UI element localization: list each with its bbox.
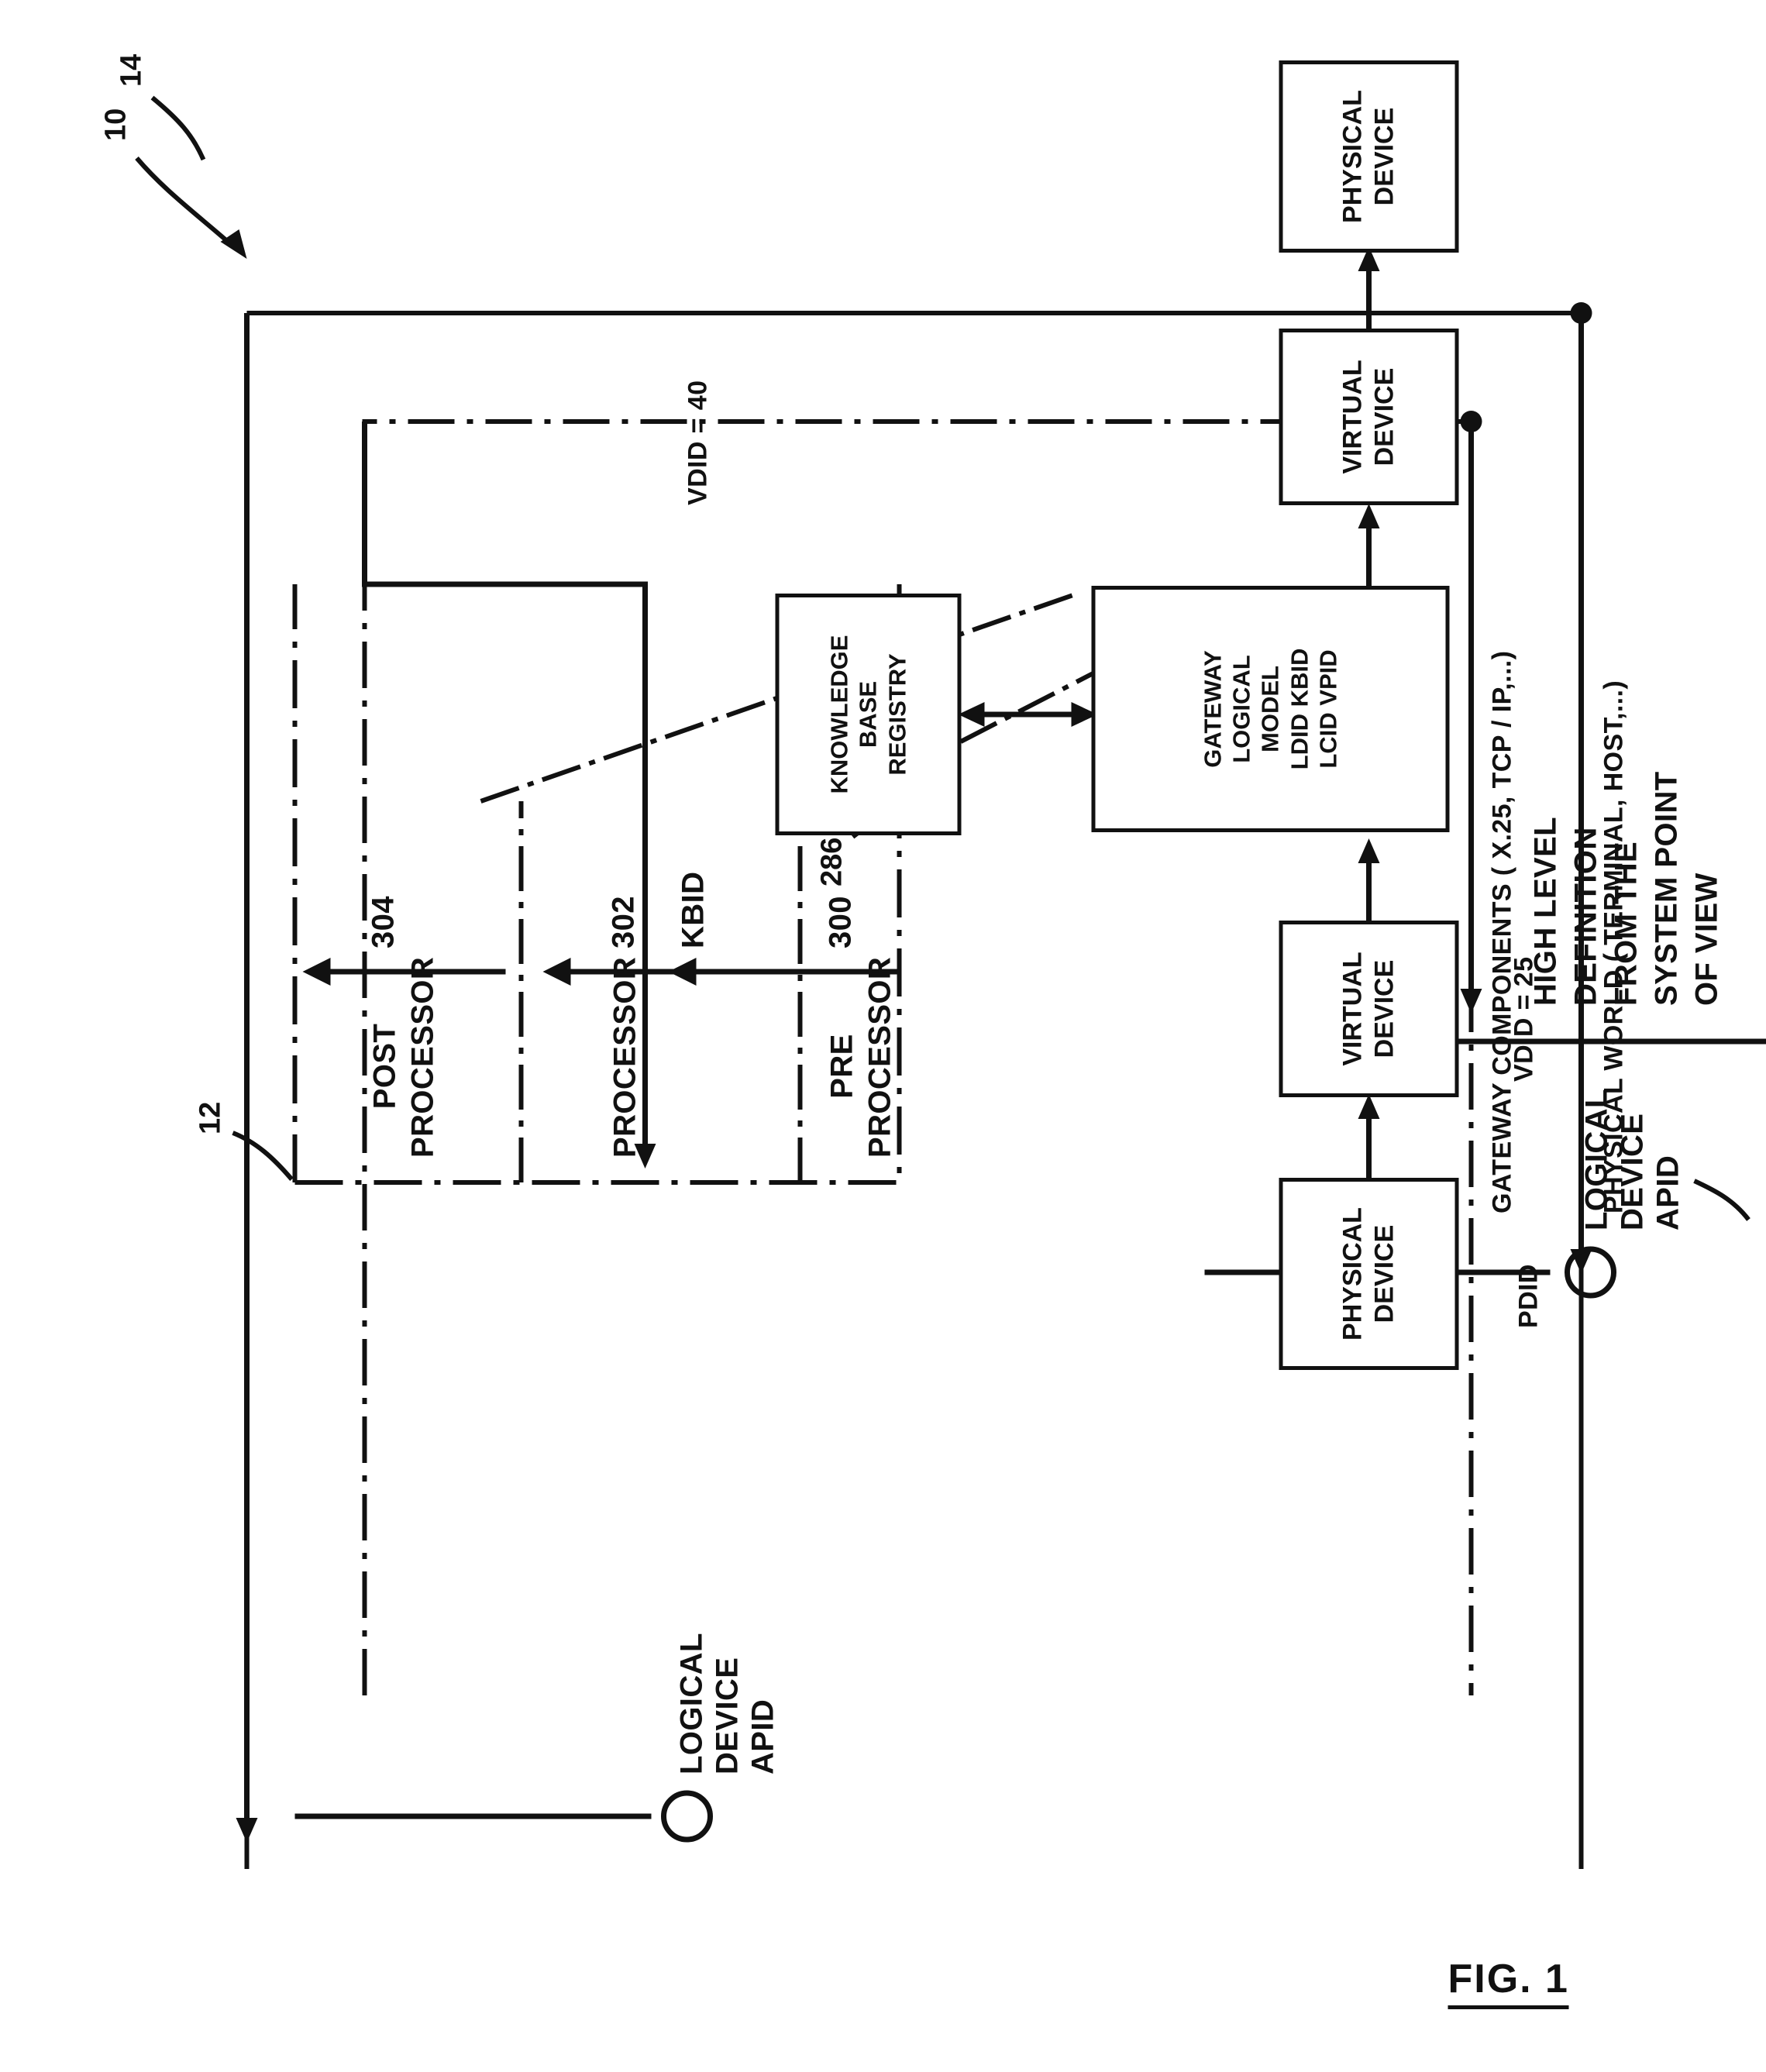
leader-10 (134, 157, 231, 246)
refnum-10: 10 (99, 108, 132, 141)
leader-10-head (220, 229, 246, 259)
pre-processor-number: 300 (823, 896, 857, 948)
logical-device-right-line3: APID (745, 1699, 780, 1774)
refnum-14-out: 14 (115, 53, 147, 87)
virtual-device-out-label: VIRTUAL DEVICE (1337, 360, 1399, 474)
knowledge-base-registry-box: KNOWLEDGE BASE REGISTRY (775, 594, 961, 835)
virtual-device-in-label: VIRTUAL DEVICE (1337, 952, 1399, 1066)
processor-kbid-label: KBID (676, 871, 710, 948)
processor-number: 302 (606, 896, 640, 948)
logical-device-marker-left (1564, 1246, 1616, 1299)
post-processor-label: POST PROCESSOR (367, 956, 439, 1158)
physical-device-in-box: PHYSICAL DEVICE (1279, 1178, 1458, 1370)
gateway-components-caption: GATEWAY COMPONENTS ( X.25, TCP / IP,...) (1487, 650, 1516, 1213)
feed-arrow-vdid25-head (1460, 989, 1482, 1014)
refnum-14-in: 14 (1761, 1225, 1766, 1258)
gateway-components-terminal-dot (1460, 411, 1482, 432)
pdid-label: PDID (1513, 1264, 1543, 1328)
figure-label: FIG. 1 (1448, 1956, 1569, 2009)
logical-device-left-line3: APID (1651, 1155, 1685, 1230)
physical-device-in-label: PHYSICAL DEVICE (1337, 1207, 1399, 1341)
physical-device-out-box: PHYSICAL DEVICE (1279, 60, 1458, 253)
arrow-head-3 (1358, 504, 1379, 528)
physical-device-out-label: PHYSICAL DEVICE (1337, 90, 1399, 223)
stage-arrow-post-head (302, 958, 330, 986)
vdid-out-label: VDID = 40 (683, 380, 712, 505)
arrow-head-kbr-up (958, 702, 984, 727)
leader-14-bottom (1692, 1179, 1751, 1221)
arrow-head-2 (1358, 838, 1379, 863)
gateway-logical-model-box: GATEWAY LOGICAL MODEL LDID KBID LCID VPI… (1091, 586, 1449, 832)
stage-arrow-proc-head (542, 958, 570, 986)
arrow-head-1 (1358, 1094, 1379, 1119)
physical-world-caption: PHYSICAL WORLD ( TERMINAL, HOST,...) (1599, 680, 1628, 1213)
patent-figure-canvas: PHYSICAL DEVICE VIRTUAL DEVICE GATEWAY L… (0, 0, 1766, 2072)
knowledge-base-registry-label: KNOWLEDGE BASE REGISTRY (825, 635, 911, 794)
leader-14-out (152, 172, 206, 214)
logical-device-right-line2: DEVICE (710, 1657, 744, 1774)
logical-device-marker-right (660, 1790, 713, 1843)
virtual-device-out-box: VIRTUAL DEVICE (1279, 329, 1458, 505)
feed-arrow-pdout-head (236, 1818, 257, 1843)
refnum-286: 286 (815, 837, 848, 886)
virtual-device-in-box: VIRTUAL DEVICE (1279, 921, 1458, 1097)
stage-arrow-pre-head (668, 958, 696, 986)
feed-arrow-pdid-head (1570, 1249, 1592, 1274)
post-processor-number: 304 (366, 896, 400, 948)
leader-14-top (150, 95, 205, 161)
gateway-logical-model-label: GATEWAY LOGICAL MODEL LDID KBID LCID VPI… (1199, 648, 1341, 770)
processor-label: PROCESSOR (608, 956, 642, 1158)
leader-12 (231, 1131, 294, 1181)
logical-device-right-line1: LOGICAL (674, 1633, 708, 1774)
pre-processor-label: PRE PROCESSOR (824, 956, 897, 1158)
physical-world-terminal-dot (1570, 302, 1592, 324)
refnum-12: 12 (194, 1101, 226, 1134)
